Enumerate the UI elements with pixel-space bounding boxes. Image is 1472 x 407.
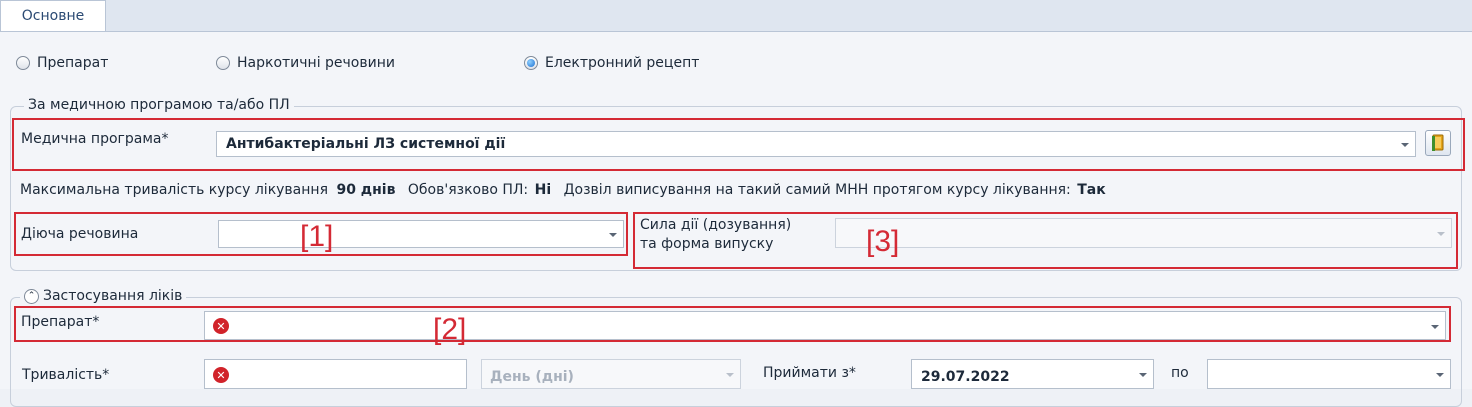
error-icon: ✕ [213, 367, 229, 383]
directory-button[interactable] [1425, 130, 1451, 156]
duration-label: Тривалість* [22, 367, 110, 383]
medical-program-label: Медична програма* [21, 131, 169, 147]
medical-program-select[interactable]: Антибактеріальні ЛЗ системної дії [216, 131, 1416, 157]
to-date[interactable] [1207, 359, 1451, 389]
radio-narcotics[interactable]: Наркотичні речовини [216, 55, 395, 71]
max-duration-label: Максимальна тривалість курсу лікування [20, 182, 328, 198]
pl-required-label: Обов'язково ПЛ: [407, 182, 529, 198]
take-from-value: 29.07.2022 [921, 369, 1010, 385]
annotation-2: [2] [433, 313, 467, 346]
chevron-down-icon[interactable] [609, 233, 617, 237]
program-info-line: Максимальна тривалість курсу лікування 9… [20, 182, 1106, 198]
chevron-down-icon[interactable] [1139, 373, 1147, 377]
active-substance-label: Діюча речовина [21, 226, 139, 242]
medical-program-value: Антибактеріальні ЛЗ системної дії [226, 136, 506, 152]
permission-label: Дозвіл виписування на такий самий МНН пр… [563, 182, 1071, 198]
strength-select[interactable] [835, 218, 1452, 248]
duration-unit-value: День (дні) [490, 369, 574, 385]
annotation-3: [3] [866, 225, 900, 258]
drug-label: Препарат* [21, 314, 100, 330]
tab-bar [0, 0, 1472, 32]
strength-label-line2: та форма випуску [640, 236, 774, 252]
usage-group-legend[interactable]: ⌃ Застосування ліків [20, 288, 187, 304]
annotation-1: [1] [300, 220, 334, 253]
radio-dot-e-prescription[interactable] [524, 56, 538, 70]
chevron-down-icon[interactable] [1436, 373, 1444, 377]
collapse-icon[interactable]: ⌃ [24, 288, 39, 304]
radio-drug-label: Препарат [37, 55, 109, 71]
active-substance-select[interactable] [218, 220, 624, 248]
radio-dot-drug[interactable] [16, 56, 30, 70]
chevron-down-icon[interactable] [1401, 143, 1409, 147]
error-icon: ✕ [213, 318, 229, 334]
duration-input[interactable]: ✕ [204, 359, 467, 389]
strength-label: Сила дії (дозування) та форма випуску [640, 216, 791, 254]
pl-required-value: Ні [534, 182, 552, 198]
max-duration-value: 90 днів [336, 182, 396, 198]
duration-unit-select[interactable]: День (дні) [481, 359, 741, 389]
usage-group-title: Застосування ліків [43, 288, 183, 304]
chevron-down-icon[interactable] [726, 373, 734, 377]
to-label: по [1171, 365, 1189, 381]
chevron-down-icon[interactable] [1431, 324, 1439, 329]
permission-value: Так [1077, 182, 1106, 198]
radio-dot-narcotics[interactable] [216, 56, 230, 70]
radio-e-prescription-label: Електронний рецепт [545, 55, 700, 71]
radio-drug[interactable]: Препарат [16, 55, 108, 71]
strength-label-line1: Сила дії (дозування) [640, 217, 792, 233]
take-from-label: Приймати з* [763, 365, 856, 381]
book-icon [1432, 134, 1444, 151]
tab-main[interactable]: Основне [0, 0, 106, 31]
program-group-legend: За медичною програмою та/або ПЛ [24, 97, 294, 113]
drug-select[interactable]: ✕ [204, 311, 1446, 340]
chevron-down-icon[interactable] [1437, 232, 1445, 236]
take-from-date[interactable]: 29.07.2022 [911, 359, 1154, 389]
radio-e-prescription[interactable]: Електронний рецепт [524, 55, 699, 71]
radio-narcotics-label: Наркотичні речовини [237, 55, 395, 71]
